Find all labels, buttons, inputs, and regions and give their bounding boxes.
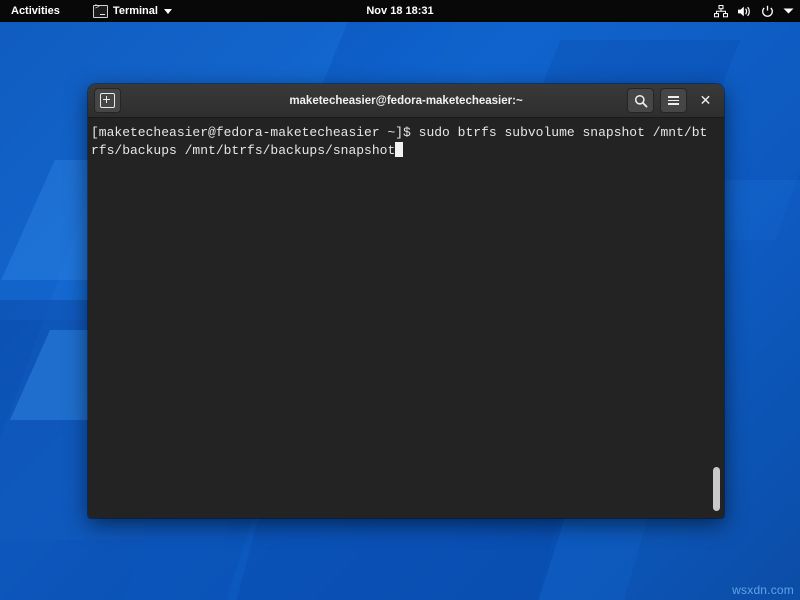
new-tab-icon bbox=[100, 93, 115, 108]
menu-button[interactable] bbox=[660, 88, 687, 113]
terminal-output[interactable]: [maketecheasier@fedora-maketecheasier ~]… bbox=[88, 124, 724, 160]
system-tray bbox=[714, 5, 794, 18]
search-button[interactable] bbox=[627, 88, 654, 113]
app-menu-terminal[interactable]: Terminal bbox=[93, 5, 172, 18]
network-wired-icon[interactable] bbox=[714, 5, 728, 18]
app-menu-label: Terminal bbox=[113, 5, 158, 17]
terminal-scrollbar[interactable] bbox=[710, 118, 722, 518]
terminal-titlebar[interactable]: maketecheasier@fedora-maketecheasier:~ ✕ bbox=[88, 84, 724, 118]
scrollbar-thumb[interactable] bbox=[713, 467, 720, 511]
hamburger-menu-icon bbox=[668, 94, 679, 107]
new-tab-button[interactable] bbox=[94, 88, 121, 113]
shell-prompt: [maketecheasier@fedora-maketecheasier ~]… bbox=[91, 125, 419, 140]
close-icon: ✕ bbox=[700, 94, 712, 108]
activities-button[interactable]: Activities bbox=[2, 0, 69, 22]
terminal-body[interactable]: [maketecheasier@fedora-maketecheasier ~]… bbox=[88, 118, 724, 518]
clock-label[interactable]: Nov 18 18:31 bbox=[366, 5, 433, 17]
terminal-window[interactable]: maketecheasier@fedora-maketecheasier:~ ✕ bbox=[88, 84, 724, 518]
chevron-down-icon bbox=[164, 9, 172, 14]
chevron-down-icon[interactable] bbox=[783, 7, 794, 15]
terminal-icon bbox=[93, 5, 108, 18]
text-cursor bbox=[395, 142, 403, 157]
power-icon[interactable] bbox=[761, 5, 774, 18]
close-button[interactable]: ✕ bbox=[693, 89, 718, 112]
gnome-top-bar: Activities Terminal Nov 18 18:31 bbox=[0, 0, 800, 22]
watermark: wsxdn.com bbox=[732, 583, 794, 597]
search-icon bbox=[634, 94, 648, 108]
volume-icon[interactable] bbox=[737, 5, 752, 18]
titlebar-actions: ✕ bbox=[627, 88, 718, 113]
desktop-screen: Activities Terminal Nov 18 18:31 bbox=[0, 0, 800, 600]
